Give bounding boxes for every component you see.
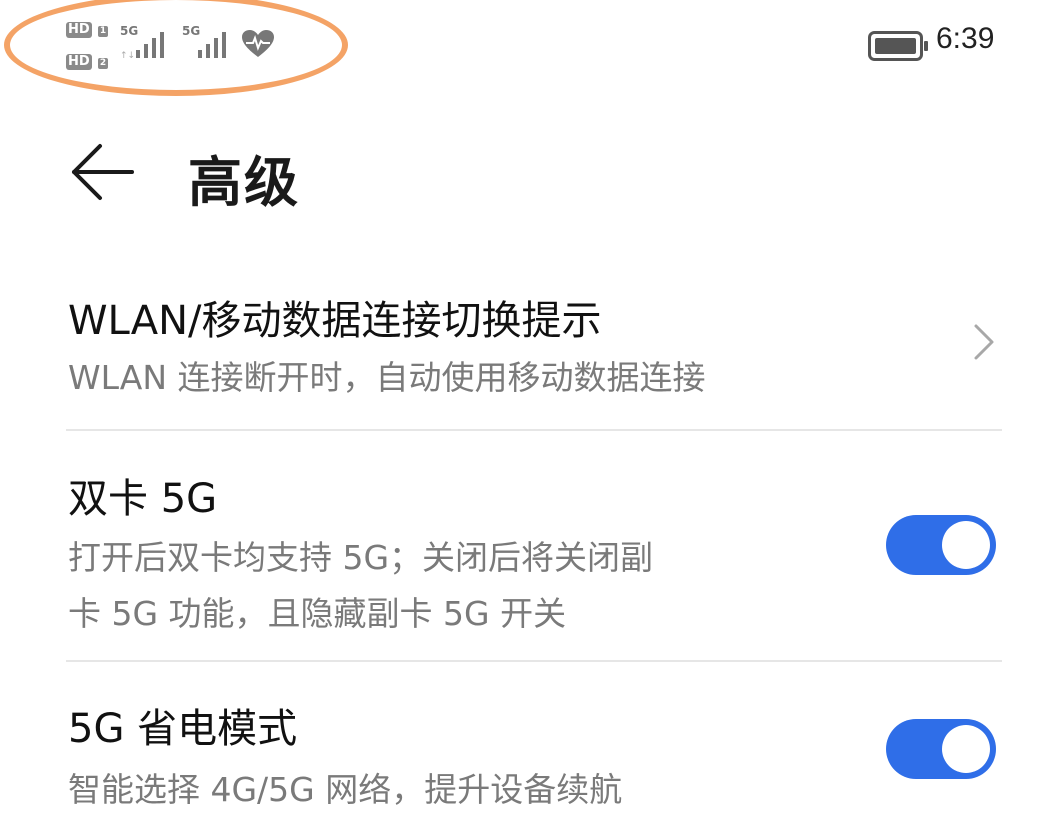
signal-icon: ↑↓: [120, 32, 164, 60]
svg-text:↑↓: ↑↓: [120, 51, 135, 60]
setting-title: WLAN/移动数据连接切换提示: [68, 298, 602, 344]
hd-icon: HD: [66, 22, 92, 38]
toggle-knob: [942, 521, 990, 569]
divider: [66, 660, 1002, 662]
setting-title: 5G 省电模式: [68, 706, 298, 752]
dual-sim-5g-toggle[interactable]: [886, 515, 996, 575]
hd-icon: HD: [66, 54, 92, 70]
signal-icon: [198, 32, 226, 58]
page-title: 高级: [188, 151, 300, 214]
setting-subtitle: 智能选择 4G/5G 网络，提升设备续航: [68, 770, 623, 809]
back-arrow-icon[interactable]: [70, 140, 134, 204]
status-bar: HD 1 HD 2 5G ↑↓ 5G 6:39: [0, 0, 1051, 100]
setting-subtitle: WLAN 连接断开时，自动使用移动数据连接: [68, 358, 706, 397]
status-time: 6:39: [936, 22, 995, 55]
chevron-right-icon[interactable]: [966, 322, 1002, 362]
sim2-index: 2: [98, 58, 108, 69]
5g-power-saving-toggle[interactable]: [886, 719, 996, 779]
setting-subtitle-line2: 卡 5G 功能，且隐藏副卡 5G 开关: [68, 594, 567, 633]
setting-wlan-switch-prompt[interactable]: WLAN/移动数据连接切换提示 WLAN 连接断开时，自动使用移动数据连接: [0, 280, 1051, 430]
toggle-knob: [942, 725, 990, 773]
highlight-annotation: [4, 0, 348, 96]
battery-icon: [868, 31, 928, 61]
heart-health-icon: [242, 30, 274, 57]
setting-title: 双卡 5G: [68, 476, 218, 522]
sim1-index: 1: [98, 26, 108, 37]
divider: [66, 429, 1002, 431]
setting-subtitle-line1: 打开后双卡均支持 5G；关闭后将关闭副: [68, 538, 654, 577]
